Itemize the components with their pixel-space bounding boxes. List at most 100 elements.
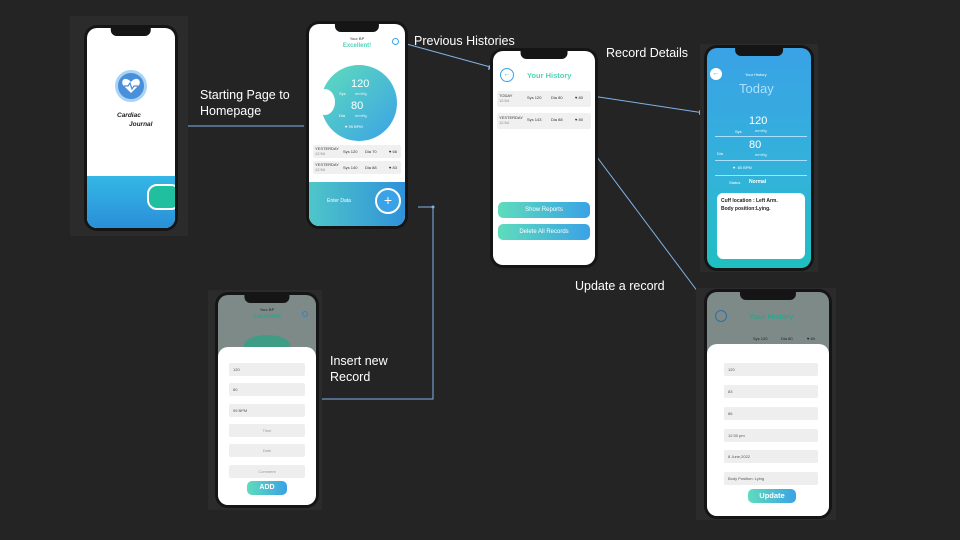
add-record-button[interactable]: + [375, 188, 401, 214]
dia-input[interactable]: 83 [724, 385, 818, 398]
record-sys: Sys 140 [343, 165, 358, 170]
record-sys: Sys 143 [527, 117, 542, 122]
details-screen: ← Your History Today 120 Sys mmHg 80 Dia… [707, 48, 811, 268]
details-sys-label: Sys [735, 129, 742, 134]
dia-value: 80 [351, 100, 364, 112]
connector-history-details [591, 95, 705, 114]
details-dia-unit: mmHg [755, 152, 767, 157]
flow-diagram: Starting Page to Homepage Previous Histo… [0, 0, 960, 540]
add-button[interactable]: ADD [247, 481, 287, 495]
record-bpm-value: 66 [392, 149, 397, 154]
home-status: Excellent! [342, 43, 372, 49]
details-bpm-text: 80 BPM [737, 165, 752, 170]
details-note-card: Cuff location : Left Arm. Body position:… [717, 193, 805, 259]
details-dia-label: Dia [717, 151, 724, 156]
sys-label: Sys [339, 91, 346, 96]
divider [715, 175, 807, 176]
record-time: 12:54 [499, 98, 510, 103]
record-time: 12:54 [499, 120, 510, 125]
history-title: Your History [527, 71, 572, 80]
your-bp-label: Your BP [259, 307, 275, 312]
details-today: Today [739, 81, 774, 96]
phone-history: ← Your History TODAY 12:54 Sys 120 Dia 8… [490, 48, 598, 268]
comment-input[interactable]: Comment [229, 465, 305, 478]
record-bpm: ♥ 80 [575, 95, 583, 100]
date-input[interactable]: 8 June,2022 [724, 450, 818, 463]
label-update-record: Update a record [575, 279, 665, 293]
history-icon[interactable] [302, 311, 308, 317]
divider [715, 136, 807, 137]
sys-input[interactable]: 120 [724, 363, 818, 376]
record-dia: Dia 88 [551, 117, 563, 122]
insert-screen: Your BP Excellent! 120 80 99 BPM Time Da… [218, 295, 316, 505]
details-dia-value: 80 [749, 139, 762, 151]
enter-data-label: Enter Data [327, 198, 351, 204]
back-arrow-icon[interactable]: ← [710, 68, 722, 80]
update-button[interactable]: Update [748, 489, 796, 503]
phone-update: Your History Sys 120 Dia 80 ♥ 80 120 83 … [704, 289, 832, 519]
record-sys: Sys 120 [343, 149, 358, 154]
label-starting-page: Starting Page to Homepage [200, 88, 290, 118]
update-record-bpm-value: 80 [810, 336, 815, 341]
screenshot-update: Your History Sys 120 Dia 80 ♥ 80 120 83 … [696, 288, 836, 520]
date-input[interactable]: Date [229, 444, 305, 457]
bpm-value: ♥ 99 BPM [345, 124, 363, 129]
record-sys: Sys 120 [527, 95, 542, 100]
update-record-sys: Sys 120 [753, 336, 768, 341]
home-screen: Your BP Excellent! 120 Sys mmHg 80 Dia m… [309, 24, 405, 226]
delete-all-button[interactable]: Delete All Records [498, 224, 590, 240]
back-arrow-icon[interactable] [715, 310, 727, 322]
list-item[interactable]: YESTERDAY 12:54 Sys 143 Dia 88 ♥ 80 [497, 113, 591, 129]
history-icon[interactable] [392, 38, 399, 45]
record-dia: Dia 70 [365, 149, 377, 154]
list-item[interactable]: YESTERDAY 12:54 Sys 120 Dia 70 ♥ 66 [313, 145, 401, 158]
record-bpm: ♥ 80 [575, 117, 583, 122]
phone-details: ← Your History Today 120 Sys mmHg 80 Dia… [704, 45, 814, 271]
bpm-input[interactable]: 99 BPM [229, 404, 305, 417]
record-dia: Dia 80 [551, 95, 563, 100]
back-arrow-icon[interactable]: ← [500, 68, 514, 82]
sys-value: 120 [351, 78, 370, 90]
record-bpm-value: 83 [392, 165, 397, 170]
update-title: Your History [749, 312, 794, 321]
splash-screen: Cardiac Journal [87, 28, 175, 228]
gauge-knob [315, 89, 335, 115]
time-input[interactable]: 12:30 pm [724, 429, 818, 442]
details-status-value: Normal [749, 179, 767, 185]
heart-logo-icon [115, 70, 147, 102]
screenshot-splash: Cardiac Journal [70, 16, 188, 236]
sys-input[interactable]: 120 [229, 363, 305, 376]
label-insert-record: Insert new Record [330, 354, 388, 384]
record-bpm: ♥ 66 [389, 149, 397, 154]
list-item[interactable]: YESTERDAY 12:54 Sys 140 Dia 88 ♥ 83 [313, 161, 401, 174]
your-bp-label: Your BP [349, 36, 365, 41]
app-name-line1: Cardiac [117, 112, 141, 119]
record-time: 12:54 [315, 167, 326, 172]
screenshot-details: ← Your History Today 120 Sys mmHg 80 Dia… [700, 44, 818, 272]
details-bpm: ♥ 80 BPM [733, 165, 752, 170]
update-record-bpm: ♥ 80 [807, 336, 815, 341]
show-reports-button[interactable]: Show Reports [498, 202, 590, 218]
list-item[interactable]: TODAY 12:54 Sys 120 Dia 80 ♥ 80 [497, 91, 591, 107]
sys-unit: mmHg [355, 91, 367, 96]
record-dia: Dia 88 [365, 165, 377, 170]
record-bpm-value: 80 [578, 95, 583, 100]
app-name-line2: Journal [129, 121, 153, 128]
bpm-text: 99 BPM [348, 124, 363, 129]
phone-insert: Your BP Excellent! 120 80 99 BPM Time Da… [215, 292, 319, 508]
details-sys-unit: mmHg [755, 128, 767, 133]
divider [715, 160, 807, 161]
label-record-details: Record Details [606, 46, 688, 60]
record-bpm: ♥ 83 [389, 165, 397, 170]
dia-input[interactable]: 80 [229, 383, 305, 396]
get-started-button[interactable] [147, 184, 175, 210]
record-time: 12:54 [315, 151, 326, 156]
dia-label: Dia [339, 113, 346, 118]
bpm-input[interactable]: 86 [724, 407, 818, 420]
history-screen: ← Your History TODAY 12:54 Sys 120 Dia 8… [493, 51, 595, 265]
time-input[interactable]: Time [229, 424, 305, 437]
update-record-dia: Dia 80 [781, 336, 793, 341]
record-bpm-value: 80 [578, 117, 583, 122]
update-screen: Your History Sys 120 Dia 80 ♥ 80 120 83 … [707, 292, 829, 516]
position-input[interactable]: Body Position: Lying [724, 472, 818, 485]
